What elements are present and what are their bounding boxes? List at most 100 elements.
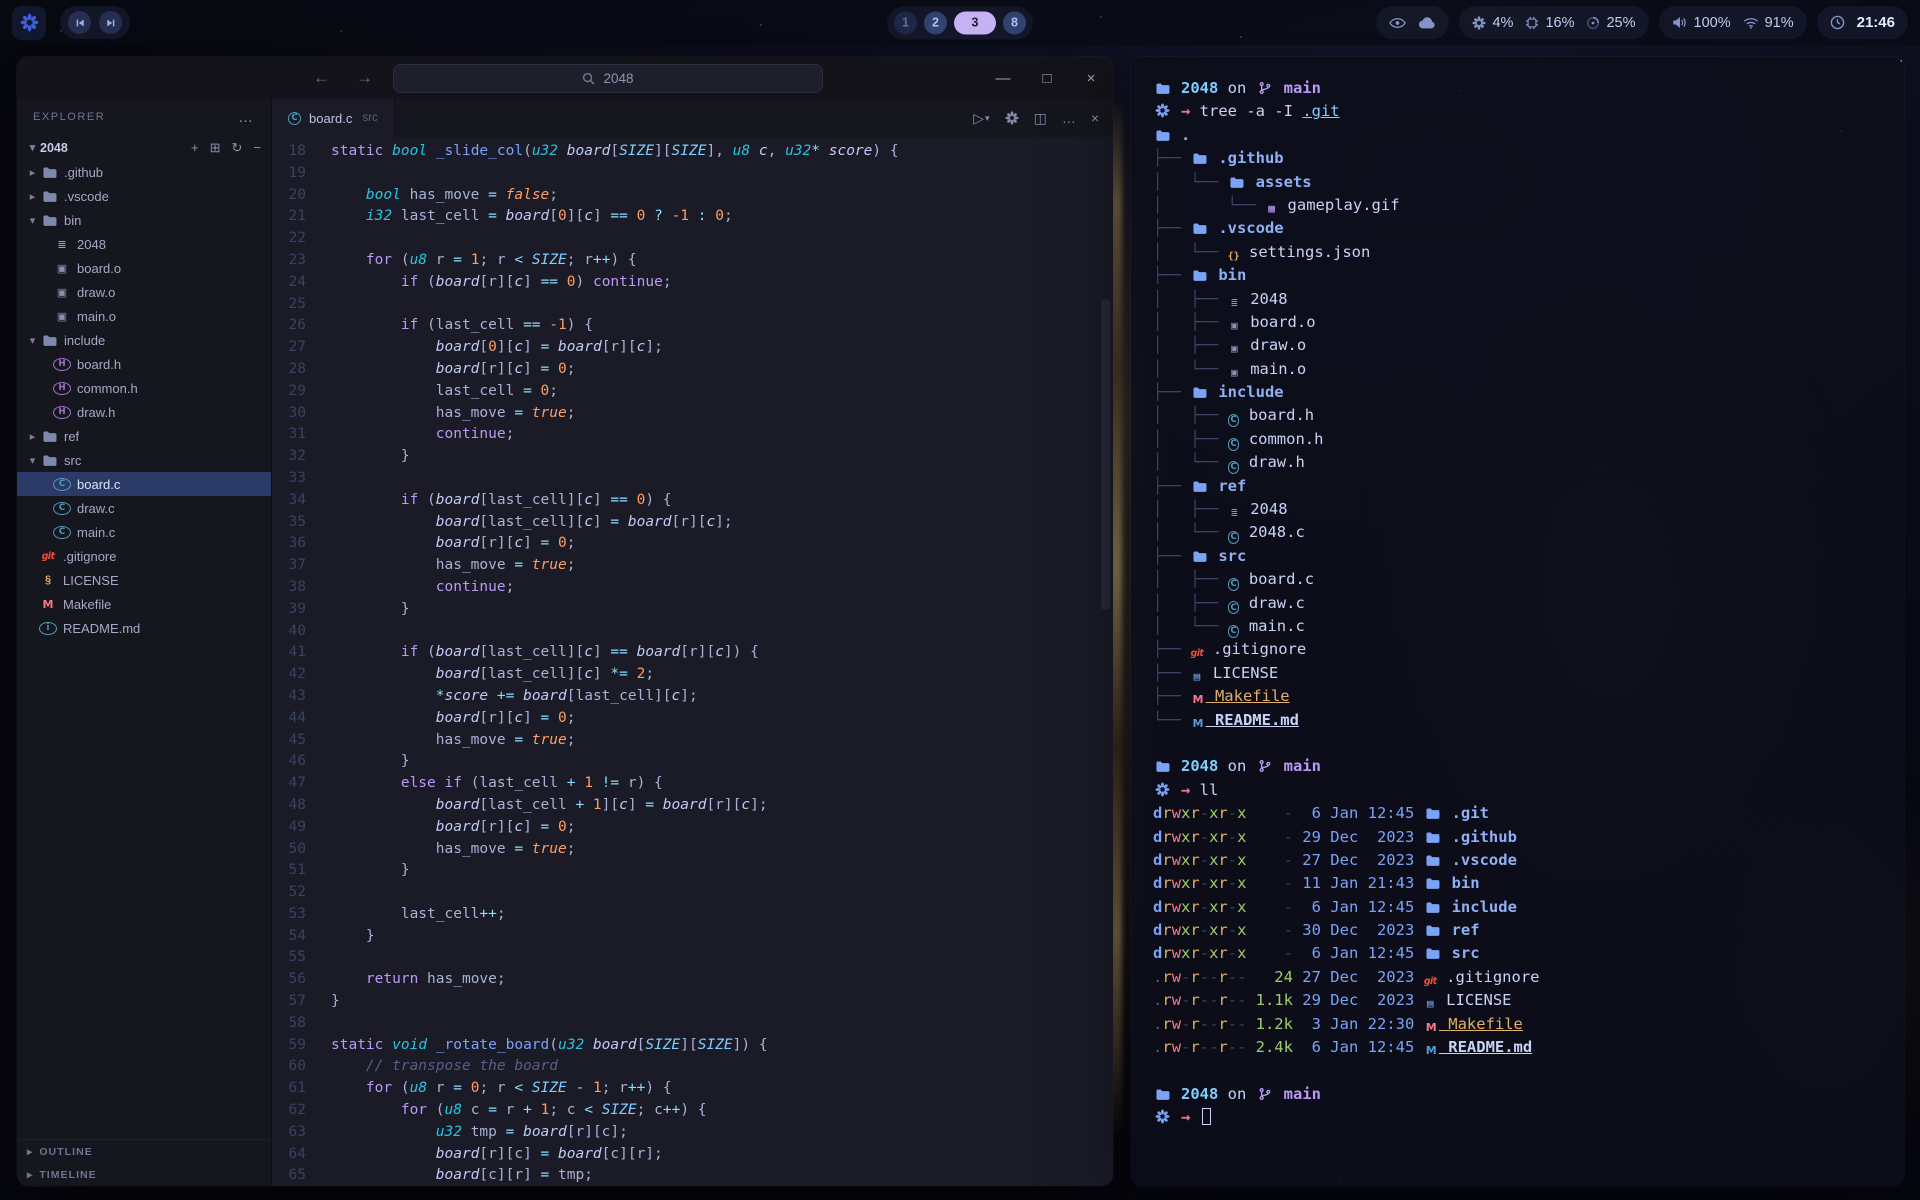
- more-actions-icon[interactable]: …: [1062, 110, 1076, 126]
- code-line[interactable]: 33: [272, 468, 1113, 490]
- code-line[interactable]: 64 board[r][c] = board[c][r];: [272, 1144, 1113, 1166]
- code-line[interactable]: 49 board[r][c] = 0;: [272, 817, 1113, 839]
- code-line[interactable]: 50 has_move = true;: [272, 839, 1113, 861]
- workspace-3[interactable]: 3: [954, 11, 996, 34]
- command-center-search[interactable]: 2048: [393, 64, 823, 93]
- code-line[interactable]: 21 i32 last_cell = board[0][c] == 0 ? -1…: [272, 206, 1113, 228]
- code-line[interactable]: 40: [272, 621, 1113, 643]
- code-line[interactable]: 62 for (u8 c = r + 1; c < SIZE; c++) {: [272, 1100, 1113, 1122]
- explorer-item-main.c[interactable]: Cmain.c: [17, 520, 271, 544]
- explorer-item-src[interactable]: ▾src: [17, 448, 271, 472]
- code-line[interactable]: 27 board[0][c] = board[r][c];: [272, 337, 1113, 359]
- terminal-window[interactable]: 2048 on main → tree -a -I .git .├── .git…: [1131, 57, 1904, 1186]
- code-line[interactable]: 34 if (board[last_cell][c] == 0) {: [272, 490, 1113, 512]
- settings-gear-icon[interactable]: [1005, 111, 1019, 125]
- code-line[interactable]: 46 }: [272, 751, 1113, 773]
- code-line[interactable]: 45 has_move = true;: [272, 730, 1113, 752]
- scrollbar-thumb[interactable]: [1101, 299, 1110, 610]
- nav-back-icon[interactable]: ←: [307, 68, 336, 88]
- code-line[interactable]: 48 board[last_cell + 1][c] = board[r][c]…: [272, 795, 1113, 817]
- audio-network-widget[interactable]: 100% 91%: [1659, 6, 1807, 39]
- code-line[interactable]: 31 continue;: [272, 424, 1113, 446]
- explorer-item-board.o[interactable]: ▣board.o: [17, 256, 271, 280]
- explorer-item-draw.h[interactable]: Hdraw.h: [17, 400, 271, 424]
- code-line[interactable]: 52: [272, 882, 1113, 904]
- code-line[interactable]: 18static bool _slide_col(u32 board[SIZE]…: [272, 141, 1113, 163]
- code-line[interactable]: 29 last_cell = 0;: [272, 381, 1113, 403]
- explorer-item-include[interactable]: ▾include: [17, 328, 271, 352]
- skip-back-button[interactable]: [68, 11, 91, 34]
- code-line[interactable]: 42 board[last_cell][c] *= 2;: [272, 664, 1113, 686]
- explorer-item-board.h[interactable]: Hboard.h: [17, 352, 271, 376]
- code-line[interactable]: 28 board[r][c] = 0;: [272, 359, 1113, 381]
- run-button[interactable]: ▷▾: [973, 110, 989, 127]
- code-line[interactable]: 53 last_cell++;: [272, 904, 1113, 926]
- code-line[interactable]: 23 for (u8 r = 1; r < SIZE; r++) {: [272, 250, 1113, 272]
- nav-forward-icon[interactable]: →: [350, 68, 379, 88]
- code-line[interactable]: 32 }: [272, 446, 1113, 468]
- explorer-item-bin[interactable]: ▾bin: [17, 208, 271, 232]
- explorer-root-folder[interactable]: ▾ 2048 + ⊞ ↻ −: [17, 135, 271, 160]
- explorer-item-.github[interactable]: ▸.github: [17, 160, 271, 184]
- code-editor[interactable]: 18static bool _slide_col(u32 board[SIZE]…: [272, 137, 1113, 1186]
- code-line[interactable]: 63 u32 tmp = board[r][c];: [272, 1122, 1113, 1144]
- editor-scrollbar[interactable]: [1101, 143, 1110, 1180]
- app-launcher[interactable]: [12, 6, 46, 40]
- code-line[interactable]: 61 for (u8 r = 0; r < SIZE - 1; r++) {: [272, 1078, 1113, 1100]
- system-stats-widget[interactable]: 4% 16% 25%: [1459, 6, 1648, 39]
- explorer-item-Makefile[interactable]: MMakefile: [17, 592, 271, 616]
- explorer-item-ref[interactable]: ▸ref: [17, 424, 271, 448]
- minimize-button[interactable]: —: [981, 57, 1025, 99]
- maximize-button[interactable]: □: [1025, 57, 1069, 99]
- code-line[interactable]: 59static void _rotate_board(u32 board[SI…: [272, 1035, 1113, 1057]
- code-line[interactable]: 26 if (last_cell == -1) {: [272, 315, 1113, 337]
- code-line[interactable]: 56 return has_move;: [272, 969, 1113, 991]
- code-line[interactable]: 55: [272, 947, 1113, 969]
- titlebar[interactable]: ← → 2048 — □ ×: [17, 57, 1113, 99]
- close-editor-icon[interactable]: ×: [1091, 110, 1099, 126]
- explorer-item-2048[interactable]: ≣2048: [17, 232, 271, 256]
- new-file-icon[interactable]: +: [191, 140, 199, 156]
- code-line[interactable]: 20 bool has_move = false;: [272, 185, 1113, 207]
- explorer-item-.gitignore[interactable]: git.gitignore: [17, 544, 271, 568]
- code-line[interactable]: 47 else if (last_cell + 1 != r) {: [272, 773, 1113, 795]
- outline-section[interactable]: ▸ OUTLINE: [17, 1140, 271, 1163]
- new-folder-icon[interactable]: ⊞: [210, 140, 221, 156]
- refresh-icon[interactable]: ↻: [232, 140, 243, 156]
- workspace-1[interactable]: 1: [894, 11, 917, 34]
- workspace-2[interactable]: 2: [924, 11, 947, 34]
- close-button[interactable]: ×: [1069, 57, 1113, 99]
- split-editor-icon[interactable]: ◫: [1034, 110, 1047, 127]
- code-line[interactable]: 22: [272, 228, 1113, 250]
- code-line[interactable]: 65 board[c][r] = tmp;: [272, 1165, 1113, 1186]
- explorer-item-board.c[interactable]: Cboard.c: [17, 472, 271, 496]
- code-line[interactable]: 41 if (board[last_cell][c] == board[r][c…: [272, 642, 1113, 664]
- explorer-item-draw.c[interactable]: Cdraw.c: [17, 496, 271, 520]
- clock-widget[interactable]: 21:46: [1817, 6, 1908, 39]
- timeline-section[interactable]: ▸ TIMELINE: [17, 1163, 271, 1186]
- skip-forward-button[interactable]: [99, 11, 122, 34]
- code-line[interactable]: 39 }: [272, 599, 1113, 621]
- code-line[interactable]: 57}: [272, 991, 1113, 1013]
- code-line[interactable]: 19: [272, 163, 1113, 185]
- code-line[interactable]: 35 board[last_cell][c] = board[r][c];: [272, 512, 1113, 534]
- explorer-item-.vscode[interactable]: ▸.vscode: [17, 184, 271, 208]
- code-line[interactable]: 54 }: [272, 926, 1113, 948]
- code-line[interactable]: 24 if (board[r][c] == 0) continue;: [272, 272, 1113, 294]
- weather-widget[interactable]: [1376, 6, 1449, 39]
- code-line[interactable]: 38 continue;: [272, 577, 1113, 599]
- code-line[interactable]: 37 has_move = true;: [272, 555, 1113, 577]
- code-line[interactable]: 25: [272, 294, 1113, 316]
- tab-board.c[interactable]: C board.c src: [272, 99, 395, 137]
- explorer-more-icon[interactable]: …: [238, 109, 255, 126]
- collapse-all-icon[interactable]: −: [253, 140, 261, 156]
- workspace-8[interactable]: 8: [1003, 11, 1026, 34]
- explorer-item-README.md[interactable]: iREADME.md: [17, 616, 271, 640]
- code-line[interactable]: 30 has_move = true;: [272, 403, 1113, 425]
- code-line[interactable]: 58: [272, 1013, 1113, 1035]
- code-line[interactable]: 60 // transpose the board: [272, 1056, 1113, 1078]
- explorer-item-common.h[interactable]: Hcommon.h: [17, 376, 271, 400]
- explorer-item-draw.o[interactable]: ▣draw.o: [17, 280, 271, 304]
- explorer-item-LICENSE[interactable]: §LICENSE: [17, 568, 271, 592]
- code-line[interactable]: 36 board[r][c] = 0;: [272, 533, 1113, 555]
